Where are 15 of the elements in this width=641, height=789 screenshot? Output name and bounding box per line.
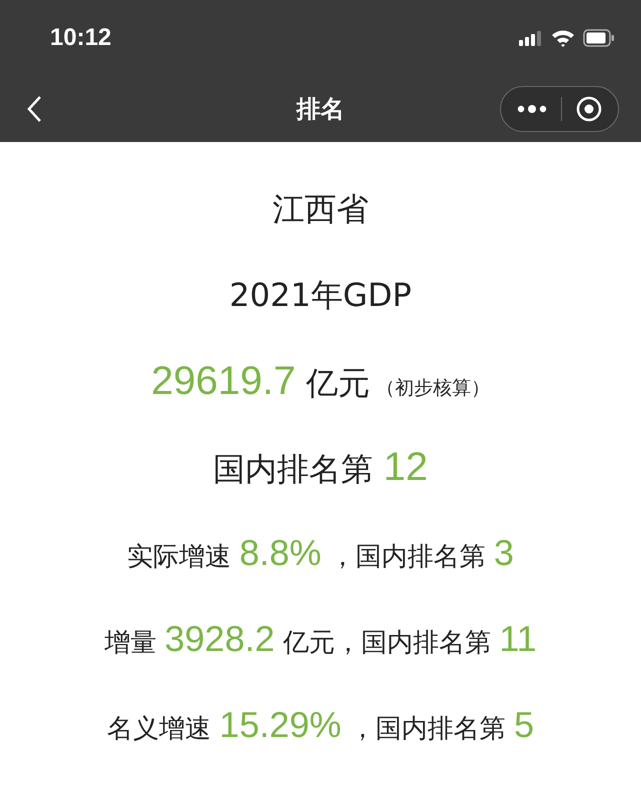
close-icon[interactable] <box>576 96 602 122</box>
status-time: 10:12 <box>50 24 112 52</box>
statistic-text: 实际增速 8.8% ，国内排名第 3 <box>127 531 514 575</box>
signal-icon <box>519 30 543 46</box>
battery-icon <box>583 29 615 47</box>
page-title: 排名 <box>296 94 344 125</box>
statistic-text: 增量 3928.2 亿元，国内排名第 11 <box>104 617 537 661</box>
headline-text: 2021年GDP <box>229 275 412 316</box>
back-icon[interactable] <box>26 95 42 123</box>
headline-text: 国内排名第 12 <box>213 444 428 491</box>
more-icon[interactable] <box>517 105 547 113</box>
wifi-icon <box>551 29 575 47</box>
statistic-text: 名义增速 15.29% ，国内排名第 5 <box>107 703 534 747</box>
headline-text: 江西省 <box>272 189 368 230</box>
headline-text: 29619.7 亿元 （初步核算） <box>151 358 490 405</box>
